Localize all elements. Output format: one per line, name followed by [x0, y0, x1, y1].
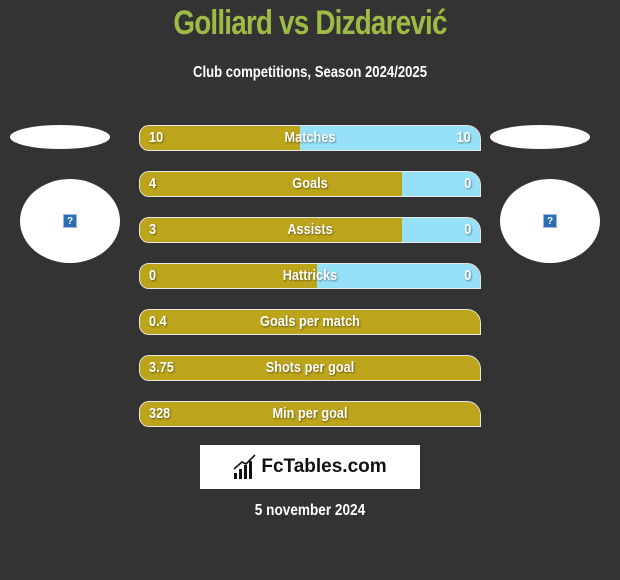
left-value: 3	[149, 221, 157, 238]
stat-label: Shots per goal	[265, 359, 355, 376]
broken-image-icon: ?	[543, 214, 557, 228]
stat-label: Goals	[292, 175, 328, 192]
stat-label: Assists	[287, 221, 333, 238]
bar-chart-icon	[233, 454, 256, 479]
right-value: 0	[463, 221, 471, 238]
right-player-avatar[interactable]: ?	[500, 179, 600, 263]
stat-label: Goals per match	[260, 313, 360, 330]
date-label: 5 november 2024	[254, 502, 366, 519]
right-value: 10	[456, 129, 471, 146]
stat-row-goals-per-match: 0.4 Goals per match	[139, 309, 481, 335]
logo-text: FcTables.com	[261, 456, 387, 477]
fctables-logo[interactable]: FcTables.com	[200, 445, 420, 489]
left-player-avatar[interactable]: ?	[20, 179, 120, 263]
left-value: 10	[149, 129, 164, 146]
stat-row-goals: 4 Goals 0	[139, 171, 481, 197]
right-player-name-placeholder	[490, 125, 590, 149]
broken-image-icon: ?	[63, 214, 77, 228]
right-value: 0	[463, 175, 471, 192]
page-subtitle: Club competitions, Season 2024/2025	[192, 64, 428, 81]
stat-label: Hattricks	[282, 267, 338, 284]
left-value: 4	[149, 175, 157, 192]
page-title: Golliard vs Dizdarević	[173, 4, 447, 42]
stat-row-shots-per-goal: 3.75 Shots per goal	[139, 355, 481, 381]
left-value: 0.4	[149, 313, 167, 330]
stat-label: Matches	[284, 129, 336, 146]
stat-row-min-per-goal: 328 Min per goal	[139, 401, 481, 427]
left-value: 0	[149, 267, 157, 284]
stat-row-assists: 3 Assists 0	[139, 217, 481, 243]
stat-row-hattricks: 0 Hattricks 0	[139, 263, 481, 289]
stat-row-matches: 10 Matches 10	[139, 125, 481, 151]
left-player-name-placeholder	[10, 125, 110, 149]
stat-label: Min per goal	[272, 405, 348, 422]
right-value: 0	[463, 267, 471, 284]
